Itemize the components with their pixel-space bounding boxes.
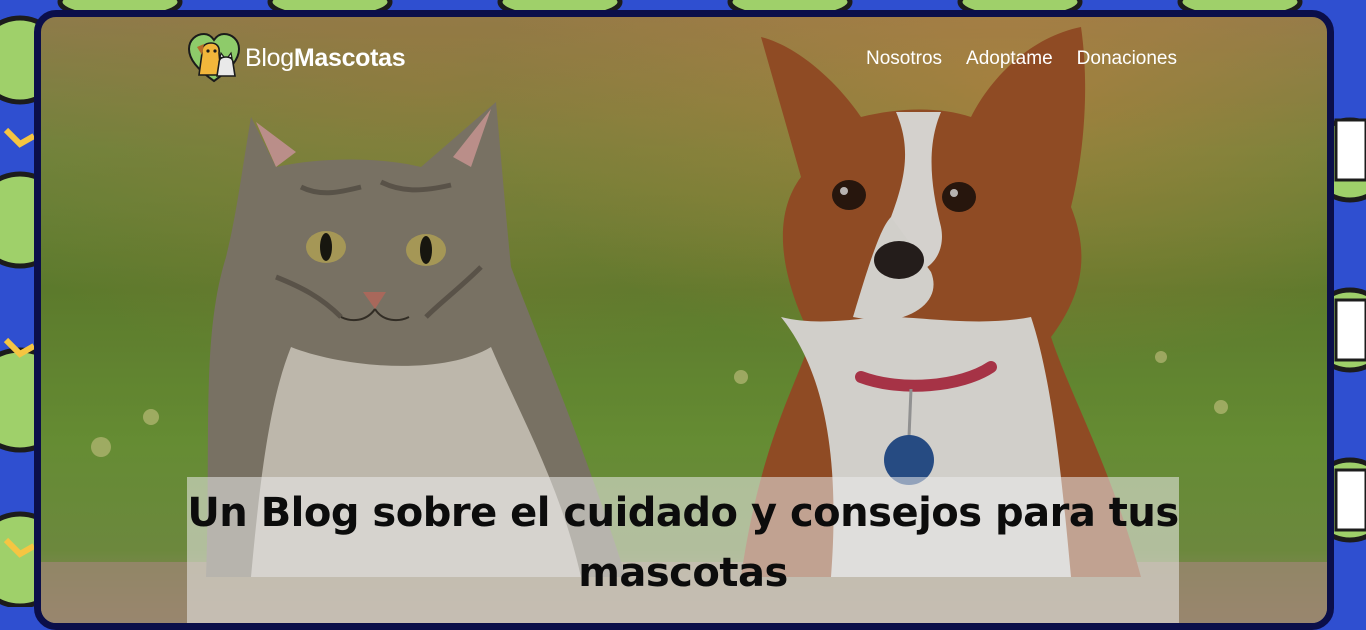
brand-prefix: Blog [245, 43, 294, 72]
site-logo[interactable]: BlogMascotas [187, 31, 406, 85]
main-nav: Nosotros Adoptame Donaciones [866, 48, 1177, 70]
nav-item-adoptame[interactable]: Adoptame [966, 48, 1053, 70]
nav-item-donaciones[interactable]: Donaciones [1077, 48, 1177, 70]
hero-title-box: Un Blog sobre el cuidado y consejos para… [187, 477, 1179, 623]
nav-item-nosotros[interactable]: Nosotros [866, 48, 942, 70]
brand-name: BlogMascotas [245, 43, 406, 73]
site-header: BlogMascotas Nosotros Adoptame Donacione… [41, 17, 1327, 97]
cat-and-dog-heart-icon [187, 32, 241, 83]
hero-card: BlogMascotas Nosotros Adoptame Donacione… [34, 10, 1334, 630]
brand-name-bold: Mascotas [293, 43, 406, 72]
hero-title: Un Blog sobre el cuidado y consejos para… [187, 490, 1179, 596]
